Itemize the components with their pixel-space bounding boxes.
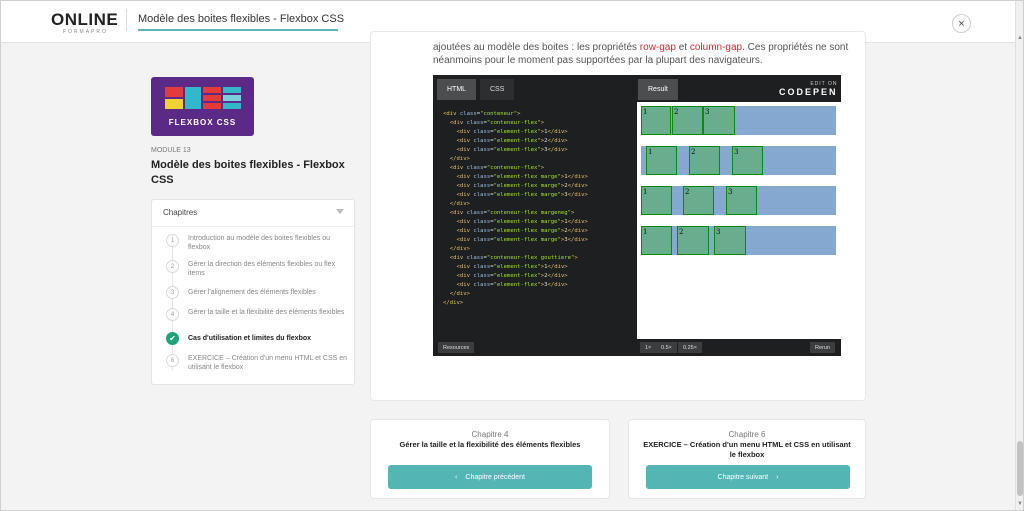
check-icon: ✔ xyxy=(166,332,179,345)
next-chapter-card: Chapitre 6 EXERCICE – Création d'un menu… xyxy=(628,419,866,499)
scroll-down-icon[interactable]: ▼ xyxy=(1017,501,1023,507)
chapters-panel: Chapitres 1 Introduction au modèle des b… xyxy=(151,199,355,385)
close-button[interactable]: × xyxy=(952,14,971,33)
codepen-tabs: HTML CSS Result EDIT ON CODEPEN xyxy=(433,75,841,102)
flex-item: 2 xyxy=(677,226,709,255)
chapter-label: Introduction au modèle des boites flexib… xyxy=(188,235,331,251)
chapter-number: 4 xyxy=(166,308,179,321)
codepen-brand: CODEPEN xyxy=(779,87,838,97)
flex-item: 3 xyxy=(726,186,757,215)
page-title: Modèle des boites flexibles - Flexbox CS… xyxy=(138,13,345,25)
page-scrollbar[interactable]: ▲ ▼ xyxy=(1015,1,1023,510)
flex-item: 1 xyxy=(646,146,677,175)
chapter-number: 1 xyxy=(166,234,179,247)
content-paragraph: ajoutées au modèle des boites : les prop… xyxy=(433,41,853,67)
zoom-1x-button[interactable]: 1× xyxy=(640,342,657,353)
chapter-number: 6 xyxy=(166,354,179,367)
next-chapter-label: Chapitre suivant xyxy=(717,473,769,481)
scroll-thumb[interactable] xyxy=(1017,441,1023,496)
flex-container-4: 1 2 3 xyxy=(641,226,836,255)
next-chapter-title: EXERCICE – Création d'un menu HTML et CS… xyxy=(643,440,851,459)
resources-button[interactable]: Resources xyxy=(438,342,475,353)
chapters-heading: Chapitres xyxy=(163,208,198,217)
tab-html[interactable]: HTML xyxy=(437,79,477,100)
chapter-label: Gérer la direction des éléments flexible… xyxy=(188,261,336,277)
module-title: Modèle des boites flexibles - Flexbox CS… xyxy=(151,159,345,186)
paragraph-text: ajoutées au modèle des boites : les prop… xyxy=(433,42,640,53)
chapter-number: 3 xyxy=(166,286,179,299)
previous-chapter-number: Chapitre 4 xyxy=(471,430,509,439)
app-window: ONLINE FORMAPRO Modèle des boites flexib… xyxy=(0,0,1024,511)
result-panel[interactable]: 1 2 3 1 2 3 1 2 3 1 2 3 xyxy=(637,102,841,339)
previous-chapter-label: Chapitre précédent xyxy=(465,473,525,481)
flex-container-1: 1 2 3 xyxy=(641,106,836,135)
next-chapter-number: Chapitre 6 xyxy=(728,430,766,439)
previous-chapter-button[interactable]: ‹ Chapitre précédent xyxy=(388,465,592,489)
flex-item: 3 xyxy=(703,106,735,135)
zoom-quarter-button[interactable]: 0.25× xyxy=(678,342,702,353)
module-thumbnail: FLEXBOX CSS xyxy=(151,77,254,136)
scroll-up-icon[interactable]: ▲ xyxy=(1017,35,1023,41)
flex-item: 3 xyxy=(732,146,763,175)
chapter-label: Cas d'utilisation et limites du flexbox xyxy=(188,335,312,342)
flex-container-3: 1 2 3 xyxy=(641,186,836,215)
flex-item: 1 xyxy=(641,226,672,255)
module-number: MODULE 13 xyxy=(151,147,191,154)
zoom-half-button[interactable]: 0.5× xyxy=(656,342,677,353)
chevron-down-icon xyxy=(336,209,344,214)
rerun-button[interactable]: Rerun xyxy=(810,342,835,353)
flex-item: 2 xyxy=(683,186,714,215)
flex-item: 2 xyxy=(689,146,720,175)
paragraph-text: et xyxy=(675,42,690,53)
chevron-right-icon: › xyxy=(776,473,779,481)
flex-item: 2 xyxy=(672,106,703,135)
chapter-label: EXERCICE – Création d'un menu HTML et CS… xyxy=(188,355,348,371)
flex-container-2: 1 2 3 xyxy=(641,146,836,175)
codepen-footer: Resources 1× 0.5× 0.25× Rerun xyxy=(433,339,841,356)
logo-main-text: ONLINE xyxy=(51,10,119,29)
chapter-label: Gérer l'alignement des éléments flexible… xyxy=(188,289,316,296)
flex-item: 1 xyxy=(641,186,672,215)
logo[interactable]: ONLINE FORMAPRO xyxy=(51,10,118,35)
previous-chapter-card: Chapitre 4 Gérer la taille et la flexibi… xyxy=(370,419,610,499)
codepen-embed: HTML CSS Result EDIT ON CODEPEN <div cla… xyxy=(433,75,841,356)
tab-result[interactable]: Result xyxy=(638,79,678,100)
chapter-label: Gérer la taille et la flexibilité des él… xyxy=(188,309,345,316)
title-underline xyxy=(138,29,338,31)
header-divider xyxy=(126,9,127,31)
chapter-number: 2 xyxy=(166,260,179,273)
flex-item: 3 xyxy=(714,226,746,255)
tab-css[interactable]: CSS xyxy=(480,79,515,100)
chapters-header[interactable]: Chapitres xyxy=(152,200,354,227)
html-code-panel[interactable]: <div class="conteneur"> <div class="cont… xyxy=(433,102,637,339)
module-thumbnail-label: FLEXBOX CSS xyxy=(168,118,237,127)
codepen-logo[interactable]: EDIT ON CODEPEN xyxy=(779,81,838,97)
flex-item: 1 xyxy=(641,106,671,135)
property-column-gap: column-gap xyxy=(689,42,743,53)
previous-chapter-title: Gérer la taille et la flexibilité des él… xyxy=(399,440,581,449)
chevron-left-icon: ‹ xyxy=(455,473,458,481)
close-icon: × xyxy=(958,17,965,30)
property-row-gap: row-gap xyxy=(639,42,676,53)
next-chapter-button[interactable]: Chapitre suivant › xyxy=(646,465,850,489)
